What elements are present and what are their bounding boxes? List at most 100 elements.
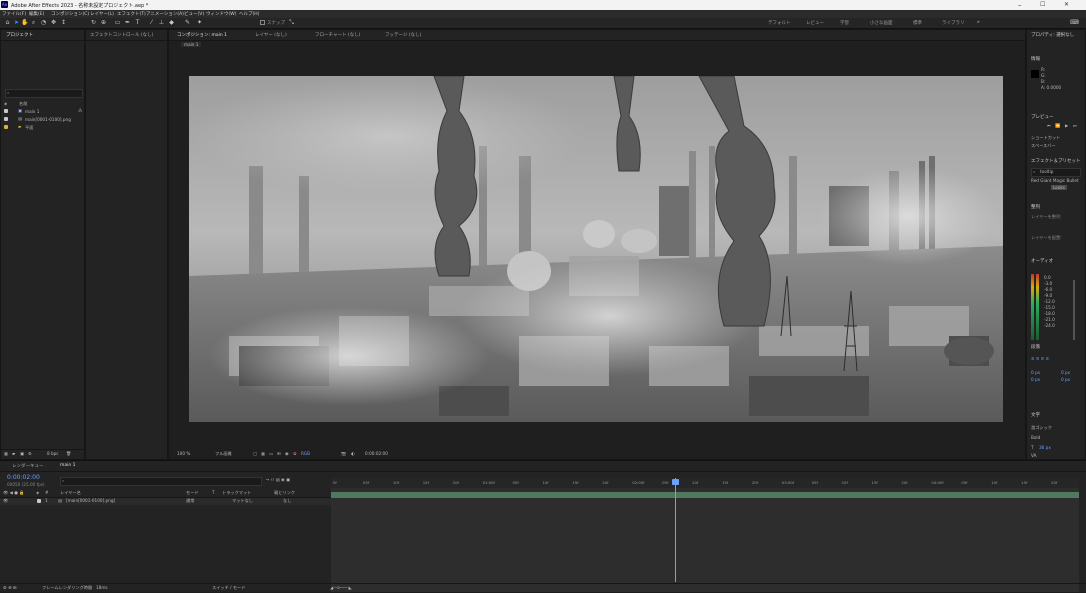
tab-effect-controls[interactable]: エフェクトコントロール (なし) xyxy=(90,32,153,38)
timeline-tracks[interactable] xyxy=(331,488,1079,592)
font-style-select[interactable]: Bold xyxy=(1031,435,1040,440)
rotate-tool-icon[interactable]: ↻ xyxy=(90,19,97,26)
menu-file[interactable]: ファイル(F) xyxy=(2,11,26,17)
brush-tool-icon[interactable]: ⁄ xyxy=(148,19,155,26)
search-help-icon[interactable]: ⌨ xyxy=(1070,19,1079,26)
channel-select[interactable]: RGB xyxy=(301,451,310,456)
effects-search-input[interactable]: ⌕ tooltip xyxy=(1031,168,1081,177)
channel-icon[interactable]: ◉ xyxy=(285,451,289,456)
workspace-standard[interactable]: 標準 xyxy=(913,20,922,26)
shortcut-select[interactable]: スペースバー xyxy=(1031,143,1056,149)
dolly-tool-icon[interactable]: ↕ xyxy=(60,19,67,26)
project-search-input[interactable]: ⌕ xyxy=(5,89,83,98)
clone-stamp-icon[interactable]: ⊥ xyxy=(158,19,165,26)
layer-duration-bar[interactable] xyxy=(331,492,1079,498)
font-select[interactable]: 游ゴシック xyxy=(1031,425,1052,431)
col-mode[interactable]: モード xyxy=(186,490,199,496)
snap-checkbox[interactable] xyxy=(260,20,265,25)
resolution-select[interactable]: フル画質 xyxy=(215,451,232,457)
tab-flowchart[interactable]: フローチャート (なし) xyxy=(315,32,360,38)
anchor-tool-icon[interactable]: ⊕ xyxy=(100,19,107,26)
snap-options-icon[interactable]: ⤡ xyxy=(288,19,295,26)
visibility-eye-icon[interactable]: 👁 xyxy=(3,498,8,504)
preview-play-icon[interactable]: ▶ xyxy=(1065,123,1068,128)
snapshot-icon[interactable]: 📷 xyxy=(341,451,346,457)
transparency-grid-icon[interactable]: ▦ xyxy=(261,451,265,456)
timeline-footer-icons[interactable]: ⚙ ⊕ ⊞ xyxy=(3,585,16,590)
breadcrumb[interactable]: main 1 xyxy=(181,42,202,47)
rectangle-tool-icon[interactable]: ▭ xyxy=(114,19,121,26)
bit-depth-label[interactable]: 8 bpc xyxy=(47,451,59,456)
workspace-learn[interactable]: 学習 xyxy=(840,20,849,26)
show-snapshot-icon[interactable]: ◐ xyxy=(351,451,355,456)
toggle-switches-modes[interactable]: スイッチ / モード xyxy=(212,585,245,591)
tab-render-queue[interactable]: レンダーキュー xyxy=(12,463,44,469)
orbit-tool-icon[interactable]: ◔ xyxy=(40,19,47,26)
time-ruler[interactable]: 0f 05f 10f 15f 20f 01:00f 05f 10f 15f 20f 02:00f 05… xyxy=(331,478,1079,488)
text-tool-icon[interactable]: T xyxy=(134,19,141,26)
layer-mode-select[interactable]: 通常 xyxy=(186,498,194,504)
label-swatch[interactable] xyxy=(37,499,41,503)
col-parent[interactable]: 親とリンク xyxy=(274,490,295,496)
menu-composition[interactable]: コンポジション(C) xyxy=(51,11,89,17)
tab-effects-presets[interactable]: エフェクト＆プリセット xyxy=(1031,158,1081,164)
tab-layer[interactable]: レイヤー (なし) xyxy=(255,32,287,38)
indent-right[interactable]: 0 px xyxy=(1061,370,1070,375)
space-after[interactable]: 0 px xyxy=(1061,377,1070,382)
workspace-small-screen[interactable]: 小さな画面 xyxy=(870,20,893,26)
project-item[interactable]: ▣ main 1 ⁂ xyxy=(1,108,84,115)
audio-volume-slider[interactable] xyxy=(1073,280,1075,340)
project-item[interactable]: ▰ 平面 xyxy=(1,124,84,131)
tab-timeline-main[interactable]: main 1 xyxy=(60,463,76,468)
eraser-tool-icon[interactable]: ◆ xyxy=(168,19,175,26)
region-of-interest-icon[interactable]: ▢ xyxy=(253,451,257,456)
zoom-select[interactable]: 100 % xyxy=(177,451,190,456)
project-item[interactable]: ▤ main[0001-0100].png xyxy=(1,116,84,123)
tab-character[interactable]: 文字 xyxy=(1031,412,1040,418)
align-left-icon[interactable]: ≡ ≡ ≡ ≡ xyxy=(1031,356,1049,361)
pan-tool-icon[interactable]: ✥ xyxy=(50,19,57,26)
menu-effect[interactable]: エフェクト(T) xyxy=(117,11,146,17)
mask-visibility-icon[interactable]: ▭ xyxy=(269,451,273,456)
tab-paragraph[interactable]: 段落 xyxy=(1031,344,1040,350)
timeline-timecode[interactable]: 0:00:02:00 xyxy=(7,474,40,481)
tab-properties[interactable]: プロパティ: 選択なし xyxy=(1031,32,1074,38)
effects-tree-folder[interactable]: Red Giant Magic Bullet xyxy=(1031,178,1079,183)
workspace-review[interactable]: レビュー xyxy=(806,20,824,26)
menu-edit[interactable]: 編集(E) xyxy=(29,11,44,17)
workspace-more-icon[interactable]: » xyxy=(977,20,980,25)
hand-tool-icon[interactable]: ✋ xyxy=(21,19,28,26)
pen-tool-icon[interactable]: ✒ xyxy=(124,19,131,26)
viewer-timecode[interactable]: 0:00:02:00 xyxy=(365,451,388,456)
zoom-slider-icon[interactable]: ◢ ─o─── ◣ xyxy=(330,585,352,590)
space-before[interactable]: 0 px xyxy=(1031,377,1040,382)
close-button[interactable]: ✕ xyxy=(1064,1,1069,8)
track-matte-select[interactable]: マットなし xyxy=(232,498,253,504)
tab-footage[interactable]: フッテージ (なし) xyxy=(385,32,421,38)
tab-audio[interactable]: オーディオ xyxy=(1031,258,1053,264)
current-time-indicator[interactable] xyxy=(675,478,676,582)
menu-help[interactable]: ヘルプ(H) xyxy=(239,11,259,17)
font-size-value[interactable]: 36 px xyxy=(1039,445,1051,450)
tab-preview[interactable]: プレビュー xyxy=(1031,114,1054,120)
tab-info[interactable]: 情報 xyxy=(1031,56,1040,62)
puppet-pin-icon[interactable]: ✦ xyxy=(196,19,203,26)
menu-view[interactable]: ビュー(V) xyxy=(184,11,204,17)
preview-next-frame-icon[interactable]: ⏭ xyxy=(1073,123,1077,128)
tab-composition[interactable]: コンポジション: main 1 xyxy=(177,32,227,38)
home-icon[interactable]: ⌂ xyxy=(4,19,11,26)
minimize-button[interactable]: – xyxy=(1018,1,1022,9)
layer-name[interactable]: [main[0001-0100].png] xyxy=(66,498,115,503)
menu-layer[interactable]: レイヤー(L) xyxy=(90,11,114,17)
interpret-footage-icon[interactable]: ▦ xyxy=(4,451,8,456)
workspace-default[interactable]: デフォルト xyxy=(768,20,791,26)
menu-animation[interactable]: アニメーション(A) xyxy=(146,11,184,17)
delete-icon[interactable]: 🗑 xyxy=(66,451,71,457)
guides-icon[interactable]: ⊞ xyxy=(277,451,281,456)
zoom-tool-icon[interactable]: ⌕ xyxy=(30,19,37,26)
table-row[interactable]: 👁 1 ▤ [main[0001-0100].png] 通常 マットなし なし xyxy=(0,498,331,505)
indent-left[interactable]: 0 px xyxy=(1031,370,1040,375)
preview-first-frame-icon[interactable]: ⏮ xyxy=(1047,123,1051,128)
workspace-libraries[interactable]: ライブラリ xyxy=(942,20,965,26)
preview-prev-frame-icon[interactable]: ⏪ xyxy=(1055,123,1060,129)
